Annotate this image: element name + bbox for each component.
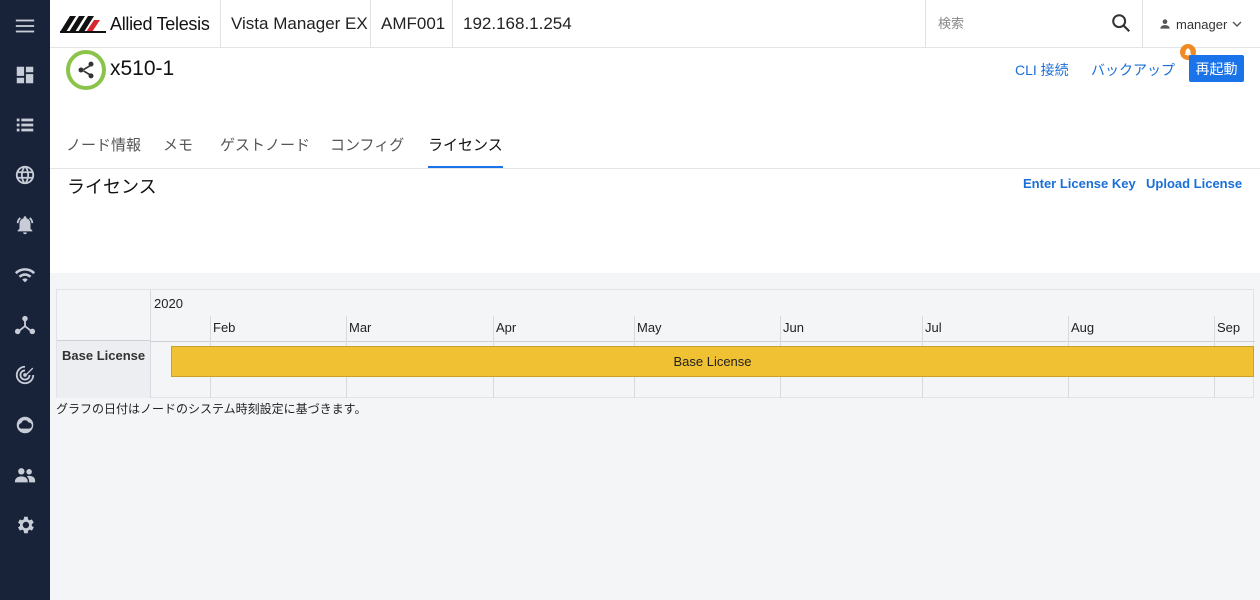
tab-guest-node[interactable]: ゲストノード (220, 134, 310, 168)
list-icon[interactable] (13, 113, 37, 137)
ip-address: 192.168.1.254 (452, 0, 572, 48)
radar-icon[interactable] (13, 363, 37, 387)
enter-license-key-link[interactable]: Enter License Key (1023, 176, 1136, 191)
cli-connect-link[interactable]: CLI 接続 (1015, 60, 1069, 80)
node-status-icon (66, 50, 106, 90)
search-box (925, 0, 1143, 48)
upload-license-link[interactable]: Upload License (1146, 176, 1242, 191)
allied-telesis-logo-icon (60, 16, 106, 33)
globe-icon[interactable] (13, 163, 37, 187)
license-timeline: 2020 Feb Mar Apr May Jun Jul Aug Sep Bas… (56, 289, 1255, 398)
top-header: Allied Telesis Vista Manager EX AMF001 1… (50, 0, 1260, 48)
users-icon[interactable] (13, 463, 37, 487)
alarm-bell-icon[interactable] (13, 213, 37, 237)
timeline-year: 2020 (154, 296, 183, 311)
timeline-row-label: Base License (57, 341, 151, 398)
settings-gear-icon[interactable] (13, 513, 37, 537)
tab-memo[interactable]: メモ (163, 134, 193, 168)
topology-icon[interactable] (13, 313, 37, 337)
user-name: manager (1176, 16, 1228, 32)
brand-logo[interactable]: Allied Telesis (60, 13, 210, 35)
app-name: Vista Manager EX (220, 0, 368, 48)
search-icon[interactable] (1110, 12, 1132, 34)
share-icon (78, 61, 94, 79)
timeline-corner (57, 290, 151, 341)
tab-node-info[interactable]: ノード情報 (66, 134, 141, 168)
sidebar (0, 0, 50, 600)
node-title: x510-1 (110, 57, 175, 80)
chevron-down-icon (1232, 21, 1242, 27)
timeline-axis (151, 341, 1255, 342)
area-name[interactable]: AMF001 (370, 0, 445, 48)
reboot-button[interactable]: 再起動 (1189, 55, 1244, 82)
tab-bar: ノード情報 メモ ゲストノード コンフィグ ライセンス (50, 128, 1260, 169)
user-icon (1160, 19, 1170, 29)
user-menu[interactable]: manager (1158, 0, 1246, 48)
wifi-icon[interactable] (13, 263, 37, 287)
dashboard-icon[interactable] (13, 63, 37, 87)
license-section-title: ライセンス (67, 177, 157, 197)
node-panel: x510-1 CLI 接続 バックアップ 再起動 ノード情報 メモ ゲストノード… (50, 44, 1260, 273)
menu-icon[interactable] (13, 14, 37, 38)
brand-name: Allied Telesis (110, 13, 210, 34)
tab-license[interactable]: ライセンス (428, 134, 503, 168)
base-license-bar[interactable]: Base License (171, 346, 1254, 377)
timeline-note: グラフの日付はノードのシステム時刻設定に基づきます。 (56, 402, 367, 416)
backup-link[interactable]: バックアップ (1091, 60, 1175, 80)
cloud-icon[interactable] (13, 413, 37, 437)
search-input[interactable] (926, 0, 1096, 46)
tab-config[interactable]: コンフィグ (330, 134, 404, 168)
